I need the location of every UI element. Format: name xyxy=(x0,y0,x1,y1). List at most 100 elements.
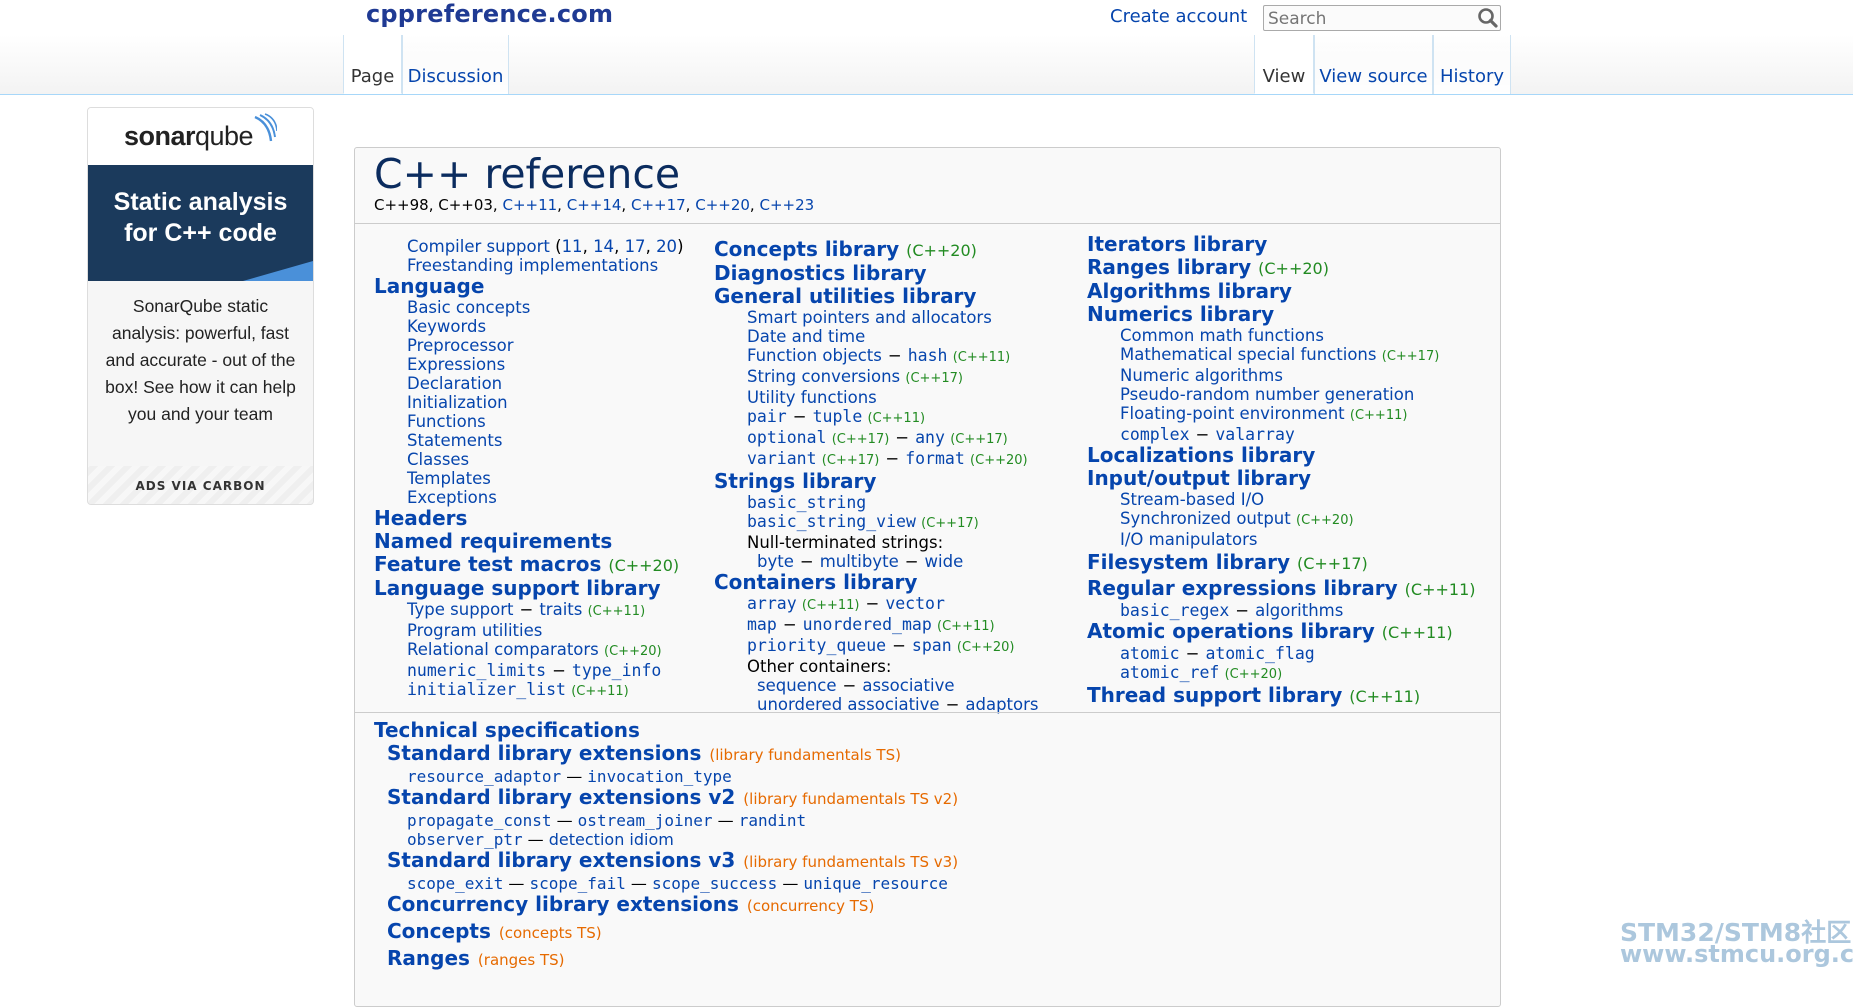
filesystem-heading[interactable]: Filesystem library (C++17) xyxy=(1087,551,1487,575)
array-link[interactable]: array xyxy=(747,594,797,613)
site-title-link[interactable]: cppreference.com xyxy=(366,0,613,28)
localizations-heading[interactable]: Localizations library xyxy=(1087,444,1487,467)
numeric-algorithms-link[interactable]: Numeric algorithms xyxy=(1120,366,1283,385)
stream-io-link[interactable]: Stream-based I/O xyxy=(1120,490,1264,509)
std-link-cpp20[interactable]: C++20 xyxy=(695,196,750,214)
format-link[interactable]: format xyxy=(905,449,965,468)
traits-link[interactable]: traits xyxy=(539,600,582,619)
numeric-limits-link[interactable]: numeric_limits xyxy=(407,661,546,680)
compiler-20-link[interactable]: 20 xyxy=(656,237,677,256)
optional-link[interactable]: optional xyxy=(747,428,826,447)
type-info-link[interactable]: type_info xyxy=(572,661,661,680)
tab-discussion[interactable]: Discussion xyxy=(402,35,509,94)
headers-heading[interactable]: Headers xyxy=(374,507,694,530)
language-item[interactable]: Expressions xyxy=(407,355,505,374)
relational-comparators-link[interactable]: Relational comparators xyxy=(407,640,599,659)
priority-queue-link[interactable]: priority_queue xyxy=(747,636,886,655)
named-requirements-heading[interactable]: Named requirements xyxy=(374,530,694,553)
resource-adaptor-link[interactable]: resource_adaptor xyxy=(407,767,561,786)
vector-link[interactable]: vector xyxy=(885,594,945,613)
concurrency-ext-link[interactable]: Concurrency library extensions xyxy=(387,892,739,916)
valarray-link[interactable]: valarray xyxy=(1215,425,1294,444)
numerics-heading[interactable]: Numerics library xyxy=(1087,303,1487,326)
filesystem-label[interactable]: Filesystem library xyxy=(1087,550,1290,574)
create-account-link[interactable]: Create account xyxy=(1110,6,1247,27)
carbon-ad[interactable]: sonar qube Static analysis for C++ code S… xyxy=(87,107,314,505)
feature-test-label[interactable]: Feature test macros xyxy=(374,552,601,576)
scope-success-link[interactable]: scope_success xyxy=(652,874,777,893)
language-item[interactable]: Basic concepts xyxy=(407,298,530,317)
std-link-cpp14[interactable]: C++14 xyxy=(567,196,622,214)
any-link[interactable]: any xyxy=(915,428,945,447)
ad-text[interactable]: SonarQube static analysis: powerful, fas… xyxy=(88,281,313,466)
language-item[interactable]: Exceptions xyxy=(407,488,497,507)
std-link-cpp17[interactable]: C++17 xyxy=(631,196,686,214)
date-time-link[interactable]: Date and time xyxy=(747,327,865,346)
prng-link[interactable]: Pseudo-random number generation xyxy=(1120,385,1414,404)
thread-label[interactable]: Thread support library xyxy=(1087,683,1342,707)
program-utilities-link[interactable]: Program utilities xyxy=(407,621,542,640)
initializer-list-link[interactable]: initializer_list xyxy=(407,680,566,699)
algorithms-heading[interactable]: Algorithms library xyxy=(1087,280,1487,303)
invocation-type-link[interactable]: invocation_type xyxy=(587,767,732,786)
search-input[interactable] xyxy=(1263,5,1501,31)
associative-link[interactable]: associative xyxy=(862,676,954,695)
compiler-14-link[interactable]: 14 xyxy=(593,237,614,256)
regex-heading[interactable]: Regular expressions library (C++11) xyxy=(1087,577,1487,601)
basic-string-link[interactable]: basic_string xyxy=(747,493,866,512)
language-item[interactable]: Initialization xyxy=(407,393,508,412)
thread-support-heading[interactable]: Thread support library (C++11) xyxy=(1087,684,1487,708)
ranges-label[interactable]: Ranges library xyxy=(1087,255,1251,279)
sequence-link[interactable]: sequence xyxy=(757,676,837,695)
wide-strings-link[interactable]: wide xyxy=(925,552,964,571)
std-link-cpp11[interactable]: C++11 xyxy=(502,196,557,214)
diagnostics-heading[interactable]: Diagnostics library xyxy=(714,262,1074,285)
freestanding-link[interactable]: Freestanding implementations xyxy=(407,256,658,275)
ranges-ts-link[interactable]: Ranges xyxy=(387,946,470,970)
feature-test-heading[interactable]: Feature test macros (C++20) xyxy=(374,553,694,577)
strings-heading[interactable]: Strings library xyxy=(714,470,1074,493)
common-math-link[interactable]: Common math functions xyxy=(1120,326,1324,345)
basic-regex-link[interactable]: basic_regex xyxy=(1120,601,1229,620)
utility-functions-link[interactable]: Utility functions xyxy=(747,388,877,407)
concepts-label[interactable]: Concepts library xyxy=(714,237,899,261)
language-item[interactable]: Preprocessor xyxy=(407,336,514,355)
search-button[interactable] xyxy=(1475,5,1501,31)
tab-history[interactable]: History xyxy=(1433,35,1511,94)
ads-via-carbon-link[interactable]: ADS VIA CARBON xyxy=(88,466,313,504)
language-item[interactable]: Templates xyxy=(407,469,491,488)
tech-specs-heading[interactable]: Technical specifications xyxy=(374,719,958,742)
variant-link[interactable]: variant xyxy=(747,449,817,468)
language-item[interactable]: Functions xyxy=(407,412,486,431)
atomic-link[interactable]: atomic xyxy=(1120,644,1180,663)
compiler-11-link[interactable]: 11 xyxy=(562,237,583,256)
lib-ext-v3-link[interactable]: Standard library extensions v3 xyxy=(387,848,735,872)
math-special-link[interactable]: Mathematical special functions xyxy=(1120,345,1377,364)
string-conversions-link[interactable]: String conversions xyxy=(747,367,900,386)
tab-discussion-label[interactable]: Discussion xyxy=(408,66,504,87)
sonarqube-logo[interactable]: sonar qube xyxy=(88,108,313,165)
lib-ext-link[interactable]: Standard library extensions xyxy=(387,741,701,765)
unique-resource-link[interactable]: unique_resource xyxy=(803,874,948,893)
complex-link[interactable]: complex xyxy=(1120,425,1190,444)
randint-link[interactable]: randint xyxy=(739,811,806,830)
compiler-support-link[interactable]: Compiler support xyxy=(407,237,550,256)
std-link-cpp23[interactable]: C++23 xyxy=(759,196,814,214)
unordered-map-link[interactable]: unordered_map xyxy=(803,615,932,634)
atomic-ops-label[interactable]: Atomic operations library xyxy=(1087,619,1375,643)
hash-link[interactable]: hash xyxy=(908,346,948,365)
concepts-heading[interactable]: Concepts library (C++20) xyxy=(714,238,1074,262)
tab-view[interactable]: View xyxy=(1254,35,1314,94)
observer-ptr-link[interactable]: observer_ptr xyxy=(407,830,523,849)
general-utilities-heading[interactable]: General utilities library xyxy=(714,285,1074,308)
ostream-joiner-link[interactable]: ostream_joiner xyxy=(578,811,713,830)
fp-environment-link[interactable]: Floating-point environment xyxy=(1120,404,1345,423)
io-heading[interactable]: Input/output library xyxy=(1087,467,1487,490)
ranges-heading[interactable]: Ranges library (C++20) xyxy=(1087,256,1487,280)
ad-banner[interactable]: Static analysis for C++ code xyxy=(88,165,313,281)
byte-strings-link[interactable]: byte xyxy=(757,552,794,571)
scope-fail-link[interactable]: scope_fail xyxy=(530,874,626,893)
sync-output-link[interactable]: Synchronized output xyxy=(1120,509,1291,528)
basic-string-view-link[interactable]: basic_string_view xyxy=(747,512,916,531)
map-link[interactable]: map xyxy=(747,615,777,634)
